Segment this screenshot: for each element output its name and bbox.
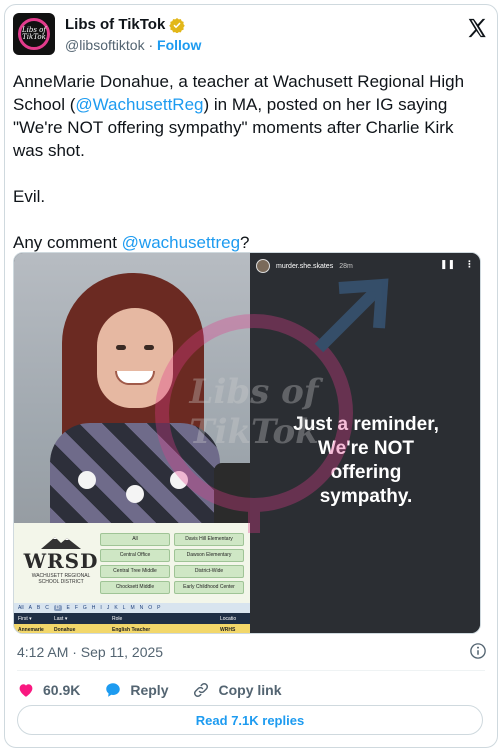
like-count: 60.9K: [43, 682, 81, 698]
alpha-letter: All: [18, 605, 24, 611]
tweet-timestamp[interactable]: 4:12 AM · Sep 11, 2025: [17, 644, 163, 660]
skull-icon: [170, 471, 188, 489]
table-header-cell: Role: [112, 615, 123, 622]
link-icon: [194, 682, 209, 698]
alpha-letter: A: [28, 605, 32, 611]
story-username: murder.she.skates: [276, 262, 334, 270]
mention-link-wachusettreg-lower[interactable]: @wachusettreg: [122, 233, 240, 252]
directory-table-row: Annemarie Donahue English Teacher WRHS: [14, 624, 250, 633]
alpha-letter: H: [91, 605, 96, 611]
table-header-cell: First ▾: [18, 615, 32, 622]
alpha-letter: O: [148, 605, 153, 611]
reply-label: Reply: [130, 682, 169, 698]
mountain-icon: [41, 537, 81, 549]
handle-row: @libsoftiktok · Follow: [65, 37, 201, 53]
tweet-text: AnneMarie Donahue, a teacher at Wachuset…: [13, 70, 483, 254]
photo-eye: [116, 345, 126, 350]
school-filter-button: District-Wide: [174, 565, 244, 578]
alpha-letter: J: [106, 605, 110, 611]
alpha-letter: N: [139, 605, 144, 611]
table-header-cell: Last ▾: [54, 615, 68, 622]
read-replies-button[interactable]: Read 7.1K replies: [17, 705, 483, 735]
table-header-cell: Locatio: [220, 615, 237, 622]
alpha-letter: C: [45, 605, 49, 611]
verified-badge-icon: [169, 17, 186, 33]
directory-table-header: First ▾ Last ▾ Role Locatio: [14, 613, 250, 624]
name-row: Libs of TikTok: [65, 16, 186, 33]
story-text: Just a reminder, We're NOT offering symp…: [293, 414, 439, 507]
alphabet-filter: All A B C D E F G H I J K L M N O P: [14, 603, 250, 613]
story-avatar: [256, 259, 270, 273]
story-controls: ❚❚ ⋮: [440, 259, 474, 270]
alpha-letter-selected: D: [53, 605, 62, 611]
tweet-text-part: ?: [240, 233, 250, 252]
copy-link-label: Copy link: [218, 682, 282, 698]
follow-button[interactable]: Follow: [157, 37, 201, 53]
story-header: murder.she.skates 28m: [256, 259, 353, 273]
alpha-letter: M: [130, 605, 135, 611]
heart-icon: [19, 684, 33, 697]
alpha-letter: I: [100, 605, 102, 611]
school-filter-button: Davis Hill Elementary: [174, 533, 244, 546]
wrsd-directory-panel: WRSD WACHUSETT REGIONAL SCHOOL DISTRICT …: [14, 523, 250, 633]
school-filter-button: Central Office: [100, 549, 170, 562]
tweet-text-part: Any comment: [13, 233, 122, 252]
wrsd-logo: WRSD WACHUSETT REGIONAL SCHOOL DISTRICT: [22, 535, 100, 585]
account-name[interactable]: Libs of TikTok: [65, 16, 165, 33]
alpha-letter: K: [114, 605, 118, 611]
photo-eye: [144, 345, 154, 350]
instagram-story-panel: murder.she.skates 28m ❚❚ ⋮ Just a remind…: [250, 253, 480, 633]
school-filter-button: Early Childhood Center: [174, 581, 244, 594]
alpha-letter: B: [36, 605, 41, 611]
info-icon[interactable]: [469, 642, 487, 660]
avatar-ring: Libs of TikTok: [18, 18, 50, 50]
school-filter-button: Chocksett Middle: [100, 581, 170, 594]
table-cell: Donahue: [54, 626, 76, 633]
table-cell: Annemarie: [18, 626, 44, 633]
wrsd-title: WRSD: [23, 549, 99, 573]
separator-dot: ·: [148, 37, 154, 53]
school-filter-button: Central Tree Middle: [100, 565, 170, 578]
avatar[interactable]: Libs of TikTok: [13, 13, 55, 55]
divider: [17, 670, 485, 671]
reply-button[interactable]: Reply: [104, 681, 168, 699]
tweet-media-image[interactable]: WRSD WACHUSETT REGIONAL SCHOOL DISTRICT …: [13, 252, 481, 634]
alpha-letter: E: [66, 605, 70, 611]
table-cell: WRHS: [220, 626, 236, 633]
school-filter-button: Dawson Elementary: [174, 549, 244, 562]
school-filter-button: All: [100, 533, 170, 546]
like-button[interactable]: 60.9K: [17, 681, 80, 699]
story-time: 28m: [339, 262, 353, 270]
account-handle[interactable]: @libsoftiktok: [65, 37, 145, 53]
action-bar: 60.9K Reply Copy link: [17, 679, 306, 701]
skull-icon: [78, 471, 96, 489]
x-logo-icon[interactable]: [466, 17, 488, 39]
alpha-letter: G: [82, 605, 87, 611]
wrsd-subtitle: WACHUSETT REGIONAL SCHOOL DISTRICT: [31, 573, 91, 585]
more-options-icon: ⋮: [465, 259, 474, 269]
pause-icon: ❚❚: [439, 259, 455, 269]
tweet-header: Libs of TikTok Libs of TikTok @libsoftik…: [13, 13, 490, 59]
skull-icon: [126, 485, 144, 503]
mention-link-wachusettreg[interactable]: @WachusettReg: [75, 95, 203, 114]
tweet-text-part: Evil.: [13, 187, 46, 206]
copy-link-button[interactable]: Copy link: [192, 681, 282, 699]
school-filter-grid: All Davis Hill Elementary Central Office…: [100, 533, 246, 594]
reply-bubble-icon: [106, 683, 121, 697]
alpha-letter: P: [157, 605, 161, 611]
alpha-letter: F: [74, 605, 78, 611]
avatar-text: Libs of TikTok: [22, 26, 46, 41]
alpha-letter: L: [122, 605, 126, 611]
photo-face: [97, 308, 173, 408]
table-cell: English Teacher: [112, 626, 151, 633]
